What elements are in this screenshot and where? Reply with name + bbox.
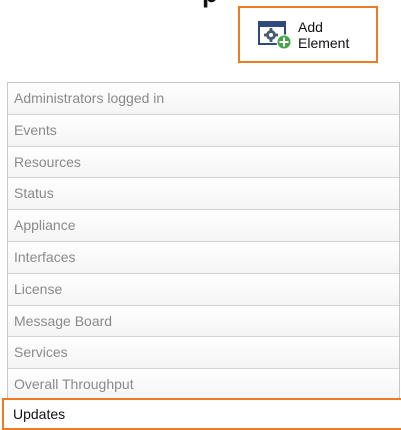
list-item-administrators-logged-in[interactable]: Administrators logged in [8,83,399,115]
add-element-panel: p Add Element [0,0,401,430]
list-item-events[interactable]: Events [8,114,399,147]
list-item-updates[interactable]: Updates [2,398,401,430]
list-item-interfaces[interactable]: Interfaces [8,241,399,274]
add-element-label-line2: Element [298,34,350,51]
list-item-resources[interactable]: Resources [8,146,399,179]
add-element-label: Add Element [298,19,358,51]
list-item-license[interactable]: License [8,273,399,306]
list-item-appliance[interactable]: Appliance [8,210,399,242]
list-item-status[interactable]: Status [8,178,399,211]
list-item-services[interactable]: Services [8,337,399,370]
add-element-label-line1: Add [298,18,323,35]
list-item-message-board[interactable]: Message Board [8,305,399,338]
list-item-overall-throughput[interactable]: Overall Throughput [8,369,399,401]
element-list: Administrators logged in Events Resource… [7,82,400,401]
gear-plus-icon [258,20,292,50]
add-element-button[interactable]: Add Element [238,6,378,63]
